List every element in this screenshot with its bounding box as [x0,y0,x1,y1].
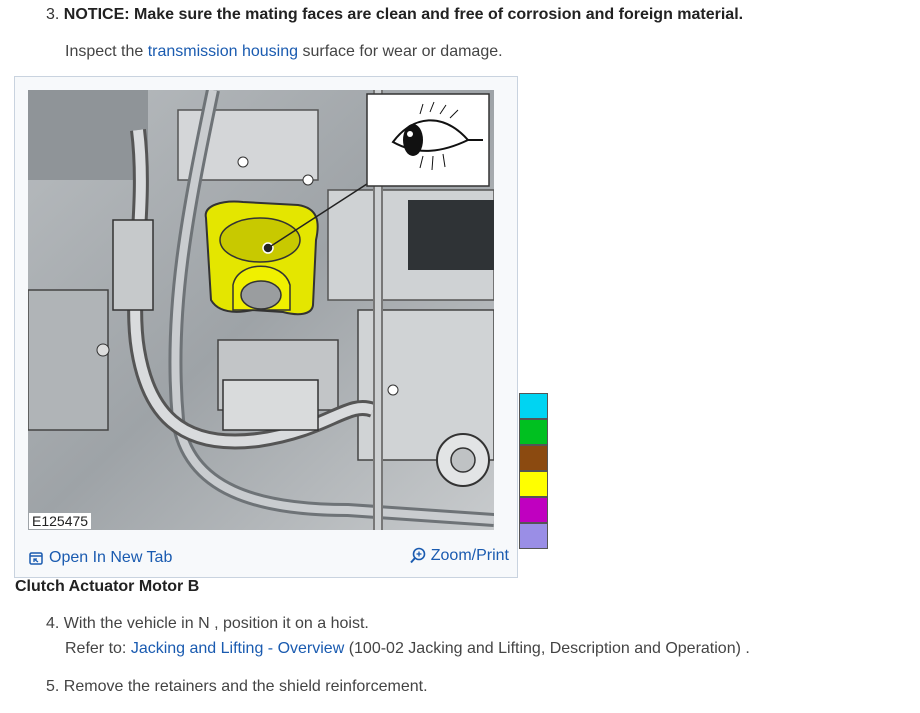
swatch-brown [519,445,548,471]
refer-prefix: Refer to: [65,640,131,657]
color-swatch-column [519,393,548,549]
jacking-lifting-link[interactable]: Jacking and Lifting - Overview [131,640,344,657]
transmission-housing-link[interactable]: transmission housing [148,43,298,60]
swatch-magenta [519,497,548,523]
figure-id: E125475 [29,513,92,529]
swatch-lavender [519,523,548,549]
inspect-instruction: Inspect the transmission housing surface… [65,43,503,61]
clutch-actuator-illustration [28,90,494,530]
step-4-text: 4. With the vehicle in N , position it o… [46,615,369,632]
zoom-print-link[interactable]: Zoom/Print [409,547,509,565]
refer-to-line: Refer to: Jacking and Lifting - Overview… [65,640,750,658]
open-tab-icon [29,552,43,565]
swatch-green [519,419,548,445]
open-in-new-tab-label: Open In New Tab [49,549,173,566]
swatch-cyan [519,393,548,419]
open-in-new-tab-link[interactable]: Open In New Tab [29,549,172,567]
refer-suffix: (100-02 Jacking and Lifting, Description… [344,640,750,657]
zoom-print-label: Zoom/Print [430,547,509,564]
swatch-yellow [519,471,548,497]
figure-panel: E125475 Open In New Tab Zoom/Print [14,76,518,578]
notice-text: NOTICE: Make sure the mating faces are c… [63,6,744,23]
inspect-suffix: surface for wear or damage. [298,43,503,60]
figure-caption: Clutch Actuator Motor B [15,578,200,595]
zoom-icon [410,547,426,564]
step-5-text: 5. Remove the retainers and the shield r… [46,678,428,695]
inspect-prefix: Inspect the [65,43,148,60]
step-number: 3. [46,6,60,23]
step-3-notice: 3. NOTICE: Make sure the mating faces ar… [46,6,743,24]
